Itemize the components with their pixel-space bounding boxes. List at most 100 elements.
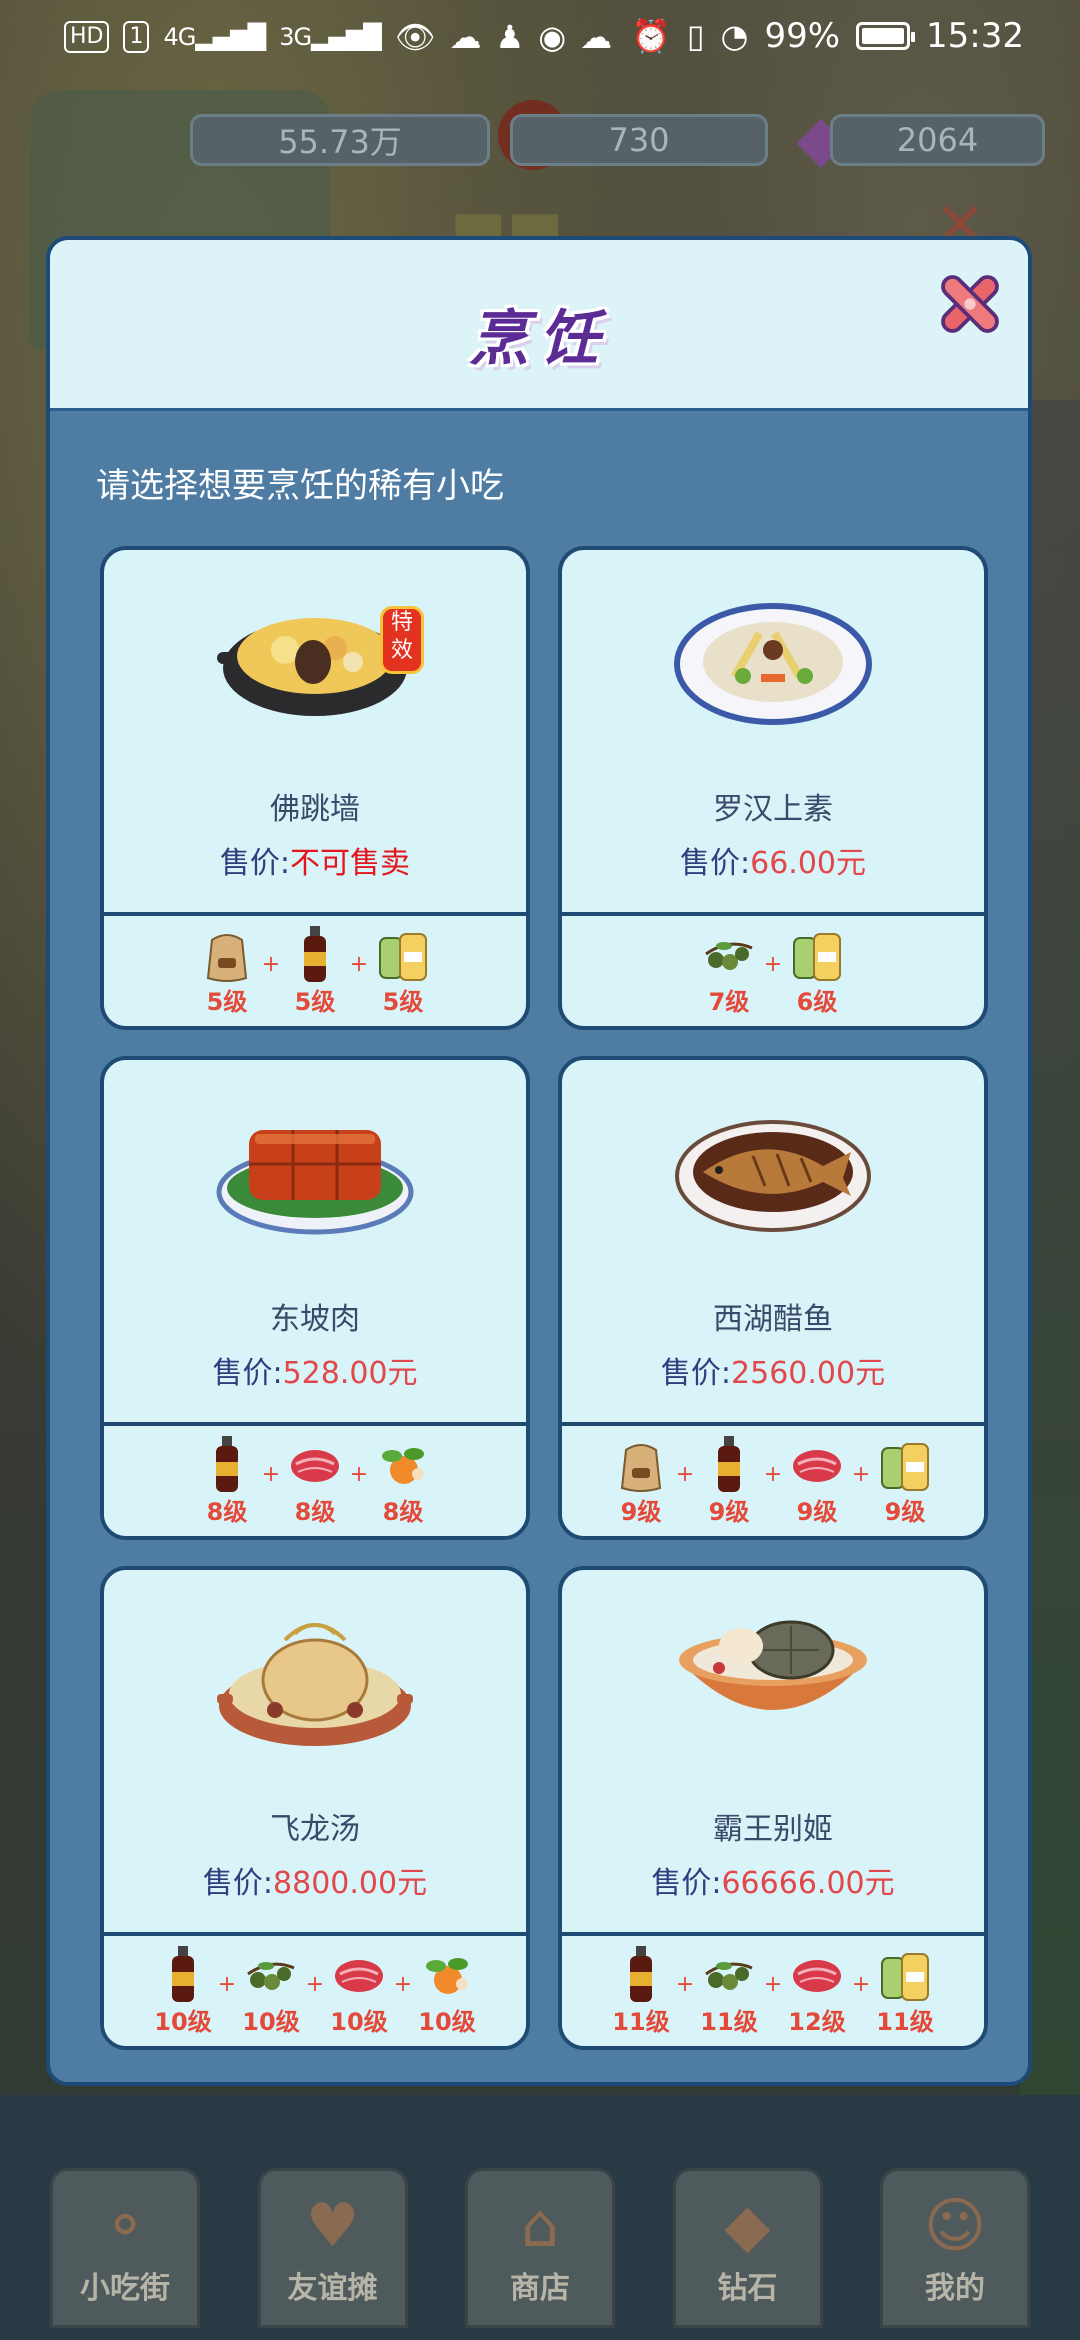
plus-icon: + <box>217 1972 237 1997</box>
ingredient-item: 11级 <box>698 1944 760 2037</box>
vegetables-icon <box>382 1448 424 1484</box>
ingredient-item: 9级 <box>786 1434 848 1527</box>
plus-icon: + <box>851 1462 871 1487</box>
dish-card[interactable]: 特效 佛跳墙 售价:不可售卖 5级 + 5级 + 5级 <box>100 546 530 1030</box>
plus-icon: + <box>349 952 369 977</box>
ingredient-item: 9级 <box>698 1434 760 1527</box>
ingredient-row: 10级 + 10级 + 10级 + 10级 <box>104 1944 526 2037</box>
salt-pepper-icon <box>881 1953 929 2001</box>
coin-counter: 55.73万 <box>190 114 490 166</box>
nav-label: 我的 <box>925 2271 985 2306</box>
nav-label: 友谊摊 <box>287 2271 378 2306</box>
salt-pepper-icon <box>793 933 841 981</box>
flying-dragon-soup-dish-icon <box>217 1623 413 1746</box>
dish-card[interactable]: 罗汉上素 售价:66.00元 7级 + 6级 <box>558 546 988 1030</box>
alarm-icon: ⏰ <box>631 17 671 55</box>
sim-badge: 1 <box>123 21 150 53</box>
ingredient-bar: 9级 + 9级 + 9级 + 9级 <box>562 1422 984 1536</box>
soy-sauce-bottle-icon <box>172 1946 194 2002</box>
special-effect-badge: 特效 <box>380 606 424 674</box>
plus-icon: + <box>851 1972 871 1997</box>
ingredient-bar: 7级 + 6级 <box>562 912 984 1026</box>
green-pepper-icon <box>247 1962 295 1990</box>
meat-icon <box>291 1450 339 1482</box>
signal-3g-icon: 3G▂▄▆█ <box>279 23 382 51</box>
nav-friend-stall[interactable]: ♥ 友谊摊 <box>257 2168 408 2328</box>
ingredient-row: 5级 + 5级 + 5级 <box>104 924 526 1017</box>
dialog-header: 烹饪 <box>50 240 1028 411</box>
heart-stall-icon: ♥ <box>305 2191 360 2261</box>
battery-icon <box>856 22 916 50</box>
plus-icon: + <box>393 1972 413 1997</box>
hd-badge: HD <box>64 21 110 53</box>
speed-icon: ◔ <box>720 17 749 55</box>
skewer-icon: ⚬ <box>99 2191 151 2261</box>
dish-price: 售价:8800.00元 <box>202 1866 428 1901</box>
flour-sack-icon <box>206 934 248 982</box>
ingredient-bar: 10级 + 10级 + 10级 + 10级 <box>104 1932 526 2046</box>
plus-icon: + <box>349 1462 369 1487</box>
penguin-icon: ♟ <box>495 18 525 56</box>
nav-store[interactable]: ⌂ 商店 <box>465 2168 615 2328</box>
green-pepper-icon <box>705 942 753 970</box>
meat-icon <box>335 1960 383 1992</box>
dish-price: 售价:不可售卖 <box>219 846 411 881</box>
ingredient-item: 8级 <box>196 1434 258 1527</box>
nav-snack-street[interactable]: ⚬ 小吃街 <box>50 2168 200 2328</box>
soy-sauce-bottle-icon <box>718 1436 740 1492</box>
chat-icon: ☁ <box>449 18 482 56</box>
nav-diamond[interactable]: ◆ 钻石 <box>672 2168 823 2328</box>
salt-pepper-icon <box>881 1443 929 1491</box>
diamond-icon: ◆ <box>724 2191 771 2261</box>
vibrate-icon: ▯ <box>686 17 705 55</box>
clock: 15:32 <box>926 16 1024 56</box>
dish-price: 售价:2560.00元 <box>660 1356 886 1391</box>
ingredient-item: 11级 <box>874 1944 936 2037</box>
ingredient-item: 7级 <box>698 924 760 1017</box>
ingredient-item: 5级 <box>284 924 346 1017</box>
ingredient-row: 8级 + 8级 + 8级 <box>104 1434 526 1527</box>
bottom-nav: ⚬ 小吃街 ♥ 友谊摊 ⌂ 商店 ◆ 钻石 ☺ 我的 <box>50 2168 1030 2340</box>
nav-profile[interactable]: ☺ 我的 <box>880 2168 1030 2328</box>
ingredient-bar: 11级 + 11级 + 12级 + 11级 <box>562 1932 984 2046</box>
ingredient-row: 9级 + 9级 + 9级 + 9级 <box>562 1434 984 1527</box>
dish-price: 售价:528.00元 <box>212 1356 418 1391</box>
dish-card[interactable]: 飞龙汤 售价:8800.00元 10级 + 10级 + 10级 + 10级 <box>100 1566 530 2050</box>
ingredient-row: 11级 + 11级 + 12级 + 11级 <box>562 1944 984 2037</box>
luohan-vegetarian-dish-icon <box>674 603 872 725</box>
ingredient-item: 10级 <box>240 1944 302 2037</box>
ingredient-item: 6级 <box>786 924 848 1017</box>
soy-sauce-bottle-icon <box>630 1946 652 2002</box>
nav-label: 小吃街 <box>80 2271 170 2306</box>
profile-icon: ☺ <box>923 2191 987 2261</box>
vegetables-icon <box>426 1958 468 1994</box>
dish-price: 售价:66666.00元 <box>651 1866 895 1901</box>
dish-card[interactable]: 东坡肉 售价:528.00元 8级 + 8级 + 8级 <box>100 1056 530 1540</box>
green-pepper-icon <box>705 1962 753 1990</box>
close-icon <box>941 275 999 333</box>
soy-sauce-bottle-icon <box>216 1436 238 1492</box>
status-bar: HD 1 4G▂▄▆█ 3G▂▄▆█ 👁 ☁ ♟ ◉ ☁ ⏰ ▯ ◔ 99% 1… <box>0 0 1080 76</box>
plus-icon: + <box>675 1972 695 1997</box>
nav-label: 钻石 <box>717 2271 778 2306</box>
plus-icon: + <box>763 1462 783 1487</box>
chat-icon-2: ☁ <box>580 18 613 56</box>
dish-card[interactable]: 西湖醋鱼 售价:2560.00元 9级 + 9级 + 9级 + 9级 <box>558 1056 988 1540</box>
gem-counter: 2064 <box>830 114 1045 166</box>
ingredient-item: 9级 <box>610 1434 672 1527</box>
dish-name: 西湖醋鱼 <box>713 1302 833 1337</box>
meat-icon <box>793 1960 841 1992</box>
ingredient-item: 9级 <box>874 1434 936 1527</box>
browser-icon: ◉ <box>538 18 567 56</box>
plus-icon: + <box>261 952 281 977</box>
close-button[interactable] <box>932 266 1008 342</box>
dialog-prompt: 请选择想要烹饪的稀有小吃 <box>96 466 504 506</box>
ingredient-item: 5级 <box>372 924 434 1017</box>
ingredient-item: 10级 <box>152 1944 214 2037</box>
plus-icon: + <box>305 1972 325 1997</box>
plus-icon: + <box>763 1972 783 1997</box>
ingredient-item: 5级 <box>196 924 258 1017</box>
nav-label: 商店 <box>510 2271 570 2306</box>
soy-sauce-bottle-icon <box>304 926 326 982</box>
dish-card[interactable]: 霸王别姬 售价:66666.00元 11级 + 11级 + 12级 + 11级 <box>558 1566 988 2050</box>
